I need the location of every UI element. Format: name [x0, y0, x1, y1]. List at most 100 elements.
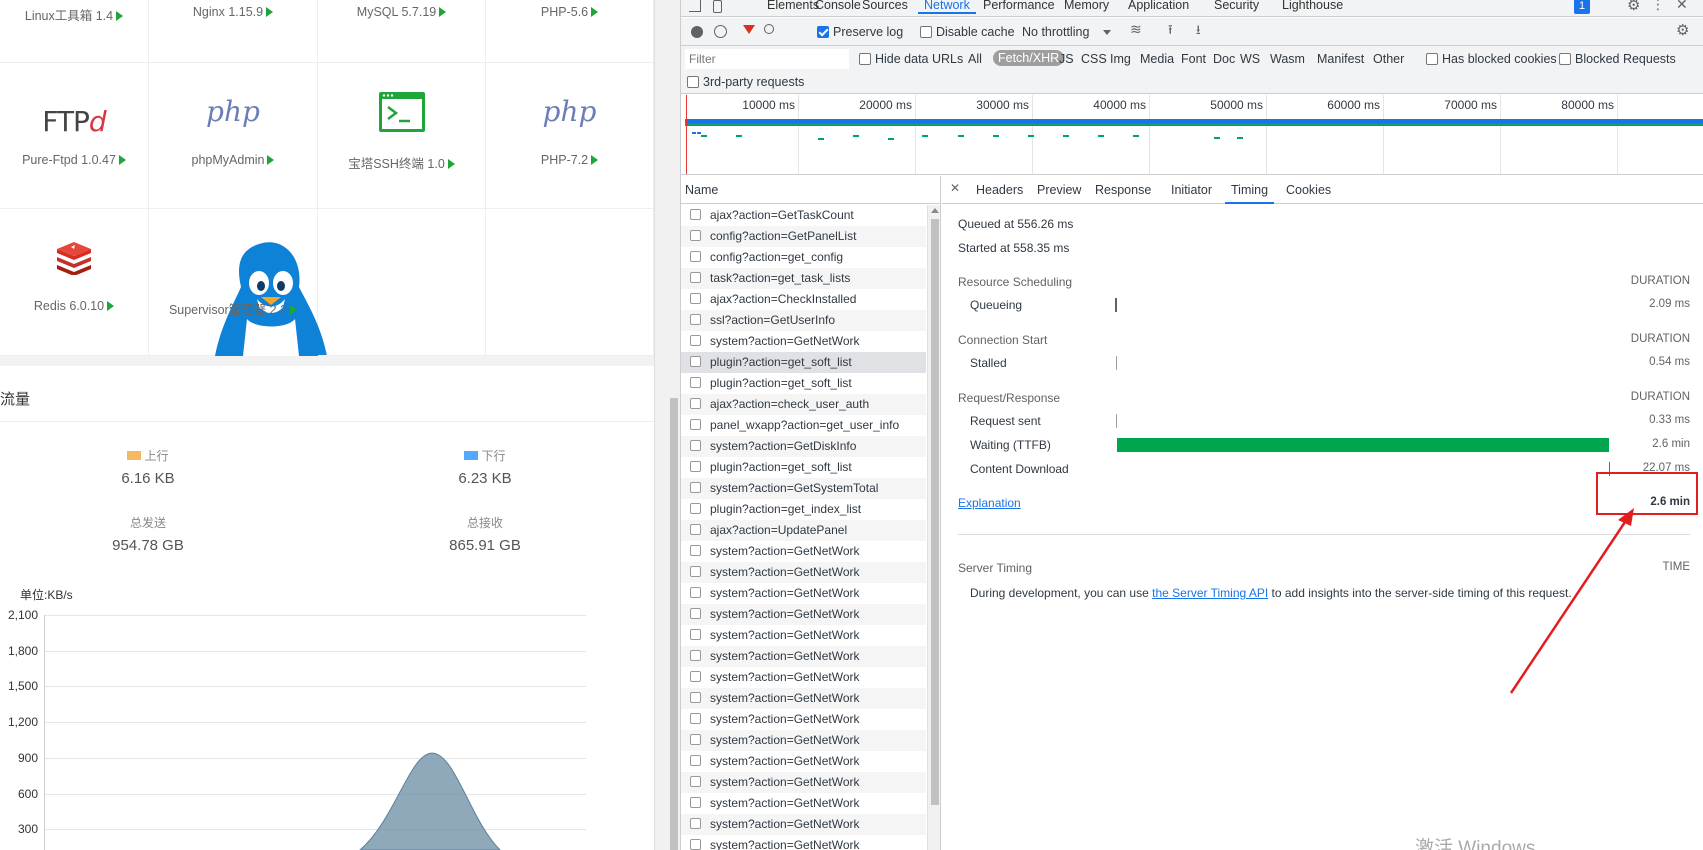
- request-row[interactable]: system?action=GetNetWork: [681, 625, 926, 646]
- request-row[interactable]: config?action=get_config: [681, 247, 926, 268]
- hide-data-urls-checkbox[interactable]: Hide data URLs: [859, 52, 963, 66]
- request-row[interactable]: system?action=GetNetWork: [681, 730, 926, 751]
- request-row[interactable]: task?action=get_task_lists: [681, 268, 926, 289]
- import-har-icon[interactable]: ⭱: [1168, 21, 1173, 43]
- request-row[interactable]: system?action=GetNetWork: [681, 583, 926, 604]
- clear-icon[interactable]: [714, 25, 727, 38]
- request-list-scrollbar[interactable]: [927, 205, 940, 850]
- inspect-icon[interactable]: [689, 0, 701, 12]
- settings-icon[interactable]: ⚙: [1627, 0, 1640, 14]
- detail-tab-response[interactable]: Response: [1095, 183, 1151, 197]
- scrollbar-thumb[interactable]: [670, 398, 678, 850]
- tab-network[interactable]: Network: [918, 0, 976, 14]
- request-row[interactable]: system?action=GetDiskInfo: [681, 436, 926, 457]
- server-timing-api-link[interactable]: the Server Timing API: [1152, 586, 1268, 600]
- throttling-select[interactable]: No throttling: [1022, 25, 1112, 39]
- filter-type-manifest[interactable]: Manifest: [1317, 52, 1364, 66]
- filter-type-js[interactable]: JS: [1059, 52, 1074, 66]
- close-detail-icon[interactable]: ✕: [950, 181, 960, 195]
- request-row[interactable]: ajax?action=CheckInstalled: [681, 289, 926, 310]
- detail-tab-headers[interactable]: Headers: [976, 183, 1023, 197]
- detail-tab-timing[interactable]: Timing: [1224, 183, 1275, 204]
- request-row[interactable]: ssl?action=GetUserInfo: [681, 310, 926, 331]
- detail-tab-preview[interactable]: Preview: [1037, 183, 1081, 197]
- scrollbar-thumb[interactable]: [931, 219, 939, 805]
- detail-tab-initiator[interactable]: Initiator: [1171, 183, 1212, 197]
- request-row[interactable]: system?action=GetSystemTotal: [681, 478, 926, 499]
- filter-type-other[interactable]: Other: [1373, 52, 1404, 66]
- request-row[interactable]: system?action=GetNetWork: [681, 562, 926, 583]
- checkbox-icon[interactable]: [1559, 53, 1571, 65]
- tab-memory[interactable]: Memory: [1064, 0, 1109, 12]
- checkbox-icon[interactable]: [920, 26, 932, 38]
- request-row[interactable]: system?action=GetNetWork: [681, 646, 926, 667]
- request-row[interactable]: system?action=GetNetWork: [681, 835, 926, 850]
- preserve-log-checkbox[interactable]: Preserve log: [817, 25, 903, 39]
- filter-type-doc[interactable]: Doc: [1213, 52, 1235, 66]
- filter-input[interactable]: [685, 49, 849, 69]
- request-row[interactable]: system?action=GetNetWork: [681, 709, 926, 730]
- tab-sources[interactable]: Sources: [862, 0, 908, 12]
- request-row[interactable]: system?action=GetNetWork: [681, 541, 926, 562]
- request-row[interactable]: system?action=GetNetWork: [681, 667, 926, 688]
- request-row[interactable]: system?action=GetNetWork: [681, 793, 926, 814]
- name-column-header[interactable]: Name: [681, 176, 940, 204]
- disable-cache-checkbox[interactable]: Disable cache: [920, 25, 1015, 39]
- request-row[interactable]: ajax?action=check_user_auth: [681, 394, 926, 415]
- request-row[interactable]: system?action=GetNetWork: [681, 604, 926, 625]
- filter-type-media[interactable]: Media: [1140, 52, 1174, 66]
- tab-elements[interactable]: Elements: [767, 0, 819, 12]
- request-row[interactable]: config?action=GetPanelList: [681, 226, 926, 247]
- filter-type-ws[interactable]: WS: [1240, 52, 1260, 66]
- network-settings-icon[interactable]: ⚙: [1676, 21, 1689, 39]
- filter-type-img[interactable]: Img: [1110, 52, 1131, 66]
- request-row[interactable]: system?action=GetNetWork: [681, 751, 926, 772]
- third-party-checkbox[interactable]: 3rd-party requests: [687, 75, 804, 89]
- explanation-link[interactable]: Explanation: [958, 496, 1021, 510]
- request-row[interactable]: ajax?action=GetTaskCount: [681, 205, 926, 226]
- request-row[interactable]: system?action=GetNetWork: [681, 688, 926, 709]
- network-conditions-icon[interactable]: ≋: [1130, 21, 1142, 38]
- network-overview[interactable]: 10000 ms 20000 ms 30000 ms 40000 ms 50000 ms…: [681, 95, 1703, 175]
- checkbox-icon[interactable]: [687, 76, 699, 88]
- tab-security[interactable]: Security: [1214, 0, 1259, 12]
- tab-performance[interactable]: Performance: [983, 0, 1055, 12]
- has-blocked-cookies-checkbox[interactable]: Has blocked cookies: [1426, 52, 1557, 66]
- issues-badge[interactable]: 1: [1574, 0, 1591, 14]
- request-row[interactable]: plugin?action=get_soft_list: [681, 352, 926, 373]
- request-name: system?action=GetNetWork: [710, 334, 860, 348]
- request-row[interactable]: system?action=GetNetWork: [681, 331, 926, 352]
- checkbox-icon[interactable]: [1426, 53, 1438, 65]
- filter-type-all[interactable]: All: [968, 52, 982, 66]
- export-har-icon[interactable]: ⭳: [1196, 21, 1201, 43]
- checkbox-checked-icon[interactable]: [817, 26, 829, 38]
- request-row[interactable]: system?action=GetNetWork: [681, 814, 926, 835]
- request-row[interactable]: ajax?action=UpdatePanel: [681, 520, 926, 541]
- device-toggle-icon[interactable]: [713, 0, 722, 13]
- filter-type-wasm[interactable]: Wasm: [1270, 52, 1305, 66]
- request-row[interactable]: panel_wxapp?action=get_user_info: [681, 415, 926, 436]
- blocked-requests-checkbox[interactable]: Blocked Requests: [1559, 52, 1676, 66]
- overview-request-mark: [736, 135, 742, 137]
- filter-type-fetchxhr[interactable]: Fetch/XHR: [993, 50, 1065, 66]
- filter-type-css[interactable]: CSS: [1081, 52, 1107, 66]
- request-row[interactable]: plugin?action=get_index_list: [681, 499, 926, 520]
- overview-tick-label: 9000: [1678, 98, 1703, 112]
- tab-application[interactable]: Application: [1128, 0, 1189, 12]
- search-icon[interactable]: [764, 24, 774, 34]
- request-row[interactable]: system?action=GetNetWork: [681, 772, 926, 793]
- close-devtools-icon[interactable]: ✕: [1676, 0, 1688, 13]
- page-scrollbar[interactable]: [654, 0, 680, 850]
- detail-tab-cookies[interactable]: Cookies: [1286, 183, 1331, 197]
- scroll-up-icon[interactable]: [931, 208, 939, 213]
- tab-lighthouse[interactable]: Lighthouse: [1282, 0, 1343, 12]
- tab-console[interactable]: Console: [815, 0, 861, 12]
- filter-icon[interactable]: [743, 25, 755, 34]
- more-options-icon[interactable]: ⋮: [1651, 0, 1665, 13]
- filter-type-font[interactable]: Font: [1181, 52, 1206, 66]
- request-row[interactable]: plugin?action=get_soft_list: [681, 457, 926, 478]
- record-icon[interactable]: [691, 26, 703, 38]
- checkbox-icon[interactable]: [859, 53, 871, 65]
- network-toolbar: Preserve log Disable cache No throttling…: [681, 18, 1703, 46]
- request-row[interactable]: plugin?action=get_soft_list: [681, 373, 926, 394]
